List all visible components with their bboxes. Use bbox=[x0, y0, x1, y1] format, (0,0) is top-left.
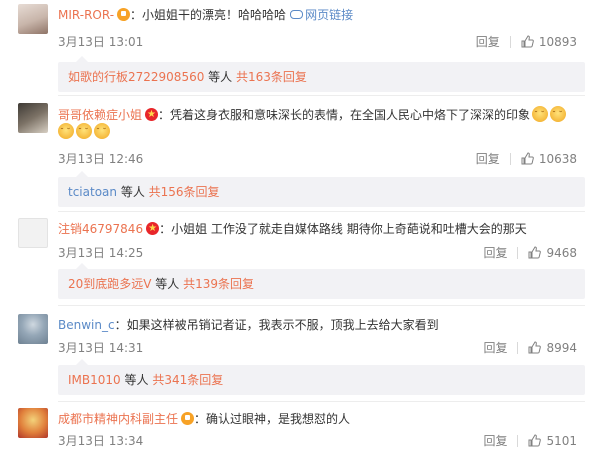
comment-actions: 回复 8994 bbox=[483, 339, 577, 356]
comment-divider bbox=[58, 401, 585, 402]
like-count: 5101 bbox=[546, 434, 577, 448]
thumb-up-icon bbox=[521, 35, 534, 48]
username-link[interactable]: 注销46797846 bbox=[58, 222, 143, 236]
like-count: 9468 bbox=[546, 246, 577, 260]
reply-button[interactable]: 回复 bbox=[483, 246, 507, 260]
like-button[interactable]: 8994 bbox=[528, 341, 577, 355]
comment-text: ：小姐姐干的漂亮！哈哈哈哈 bbox=[130, 8, 287, 22]
emoji-icon bbox=[94, 123, 110, 140]
reply-username[interactable]: 20到底跑多远V bbox=[68, 277, 151, 291]
reply-button[interactable]: 回复 bbox=[476, 152, 500, 166]
reply-summary[interactable]: 20到底跑多远V 等人 共139条回复 bbox=[58, 263, 585, 299]
thumb-up-icon bbox=[521, 152, 534, 165]
emoji-icon bbox=[550, 106, 567, 123]
comment-date: 3月13日 12:46 bbox=[58, 152, 144, 166]
divider bbox=[517, 435, 519, 447]
reply-count-link[interactable]: 共156条回复 bbox=[149, 185, 220, 199]
reply-mid-text: 等人 bbox=[204, 70, 236, 84]
username-link[interactable]: Benwin_c bbox=[58, 318, 115, 332]
emoji-icon bbox=[76, 123, 92, 140]
avatar[interactable] bbox=[18, 314, 48, 344]
reply-count-link[interactable]: 共139条回复 bbox=[183, 277, 254, 291]
comment-date: 3月13日 14:25 bbox=[58, 246, 144, 260]
reply-button[interactable]: 回复 bbox=[483, 434, 507, 448]
avatar[interactable] bbox=[18, 4, 48, 34]
like-count: 10893 bbox=[538, 35, 577, 49]
comment-divider bbox=[58, 95, 585, 96]
comment-header: MIR-ROR- ：小姐姐干的漂亮！哈哈哈哈 网页链接 bbox=[58, 7, 353, 23]
vip-badge-icon[interactable] bbox=[117, 8, 131, 21]
comment-text: ：确认过眼神，是我想怼的人 bbox=[194, 412, 351, 426]
avatar[interactable] bbox=[18, 218, 48, 248]
link-icon bbox=[290, 10, 304, 19]
comment-actions: 回复 10638 bbox=[476, 150, 577, 167]
thumb-up-icon bbox=[528, 246, 542, 259]
reply-summary[interactable]: tciatoan 等人 共156条回复 bbox=[58, 171, 585, 207]
like-count: 8994 bbox=[546, 341, 577, 355]
web-link-label: 网页链接 bbox=[305, 8, 354, 22]
thumb-up-icon bbox=[528, 341, 542, 354]
reply-count-link[interactable]: 共341条回复 bbox=[152, 373, 223, 387]
reply-button[interactable]: 回复 bbox=[476, 35, 500, 49]
like-button[interactable]: 10893 bbox=[521, 35, 577, 49]
avatar[interactable] bbox=[18, 408, 48, 438]
like-button[interactable]: 10638 bbox=[521, 152, 577, 166]
reply-summary[interactable]: 如歌的行板2722908560 等人 共163条回复 bbox=[58, 56, 585, 92]
like-button[interactable]: 9468 bbox=[528, 246, 577, 260]
like-count: 10638 bbox=[538, 152, 577, 166]
comment-divider bbox=[58, 305, 585, 306]
comment-header: 注销46797846 ：小姐姐 工作没了就走自媒体路线 期待你上奇葩说和吐槽大会的… bbox=[58, 221, 527, 237]
username-link[interactable]: MIR-ROR- bbox=[58, 8, 114, 22]
avatar[interactable] bbox=[18, 103, 48, 133]
reply-username[interactable]: IMB1010 bbox=[68, 373, 121, 387]
star-badge-icon[interactable] bbox=[146, 221, 160, 237]
reply-mid-text: 等人 bbox=[117, 185, 149, 199]
comment-header: 成都市精神内科副主任 ：确认过眼神，是我想怼的人 bbox=[58, 411, 350, 427]
reply-mid-text: 等人 bbox=[120, 373, 153, 387]
like-button[interactable]: 5101 bbox=[528, 434, 577, 448]
reply-username[interactable]: 如歌的行板2722908560 bbox=[68, 70, 204, 84]
comment-actions: 回复 9468 bbox=[483, 244, 577, 261]
web-link[interactable]: 网页链接 bbox=[290, 8, 353, 22]
thumb-up-icon bbox=[528, 434, 542, 447]
username-link[interactable]: 哥哥依赖症小姐 bbox=[58, 108, 142, 122]
comment-header: Benwin_c：如果这样被吊销记者证，我表示不服，顶我上去给大家看到 bbox=[58, 317, 439, 333]
star-badge-icon[interactable] bbox=[145, 107, 159, 123]
comment-date: 3月13日 13:34 bbox=[58, 434, 144, 448]
reply-summary[interactable]: IMB1010 等人 共341条回复 bbox=[58, 359, 585, 395]
comment-text: ：如果这样被吊销记者证，我表示不服，顶我上去给大家看到 bbox=[114, 318, 439, 332]
divider bbox=[517, 247, 519, 259]
comment-date: 3月13日 13:01 bbox=[58, 35, 144, 49]
comment-header: 哥哥依赖症小姐 ：凭着这身衣服和意味深长的表情，在全国人民心中烙下了深深的印象 bbox=[58, 106, 567, 140]
comment-divider bbox=[58, 211, 585, 212]
emoji-icon bbox=[58, 123, 74, 140]
comment-text: ：小姐姐 工作没了就走自媒体路线 期待你上奇葩说和吐槽大会的那天 bbox=[159, 222, 527, 236]
comment-date: 3月13日 14:31 bbox=[58, 341, 144, 355]
divider bbox=[509, 36, 511, 48]
divider bbox=[509, 153, 511, 165]
emoji-icon bbox=[532, 106, 549, 123]
username-link[interactable]: 成都市精神内科副主任 bbox=[58, 412, 178, 426]
comment-actions: 回复 10893 bbox=[476, 33, 577, 50]
comment-text: ：凭着这身衣服和意味深长的表情，在全国人民心中烙下了深深的印象 bbox=[158, 108, 531, 122]
comment-actions: 回复 5101 bbox=[483, 432, 577, 449]
divider bbox=[517, 342, 519, 354]
vip-badge-icon[interactable] bbox=[181, 412, 195, 425]
reply-username[interactable]: tciatoan bbox=[68, 185, 117, 199]
reply-mid-text: 等人 bbox=[151, 277, 184, 291]
reply-count-link[interactable]: 共163条回复 bbox=[236, 70, 307, 84]
reply-button[interactable]: 回复 bbox=[483, 341, 507, 355]
